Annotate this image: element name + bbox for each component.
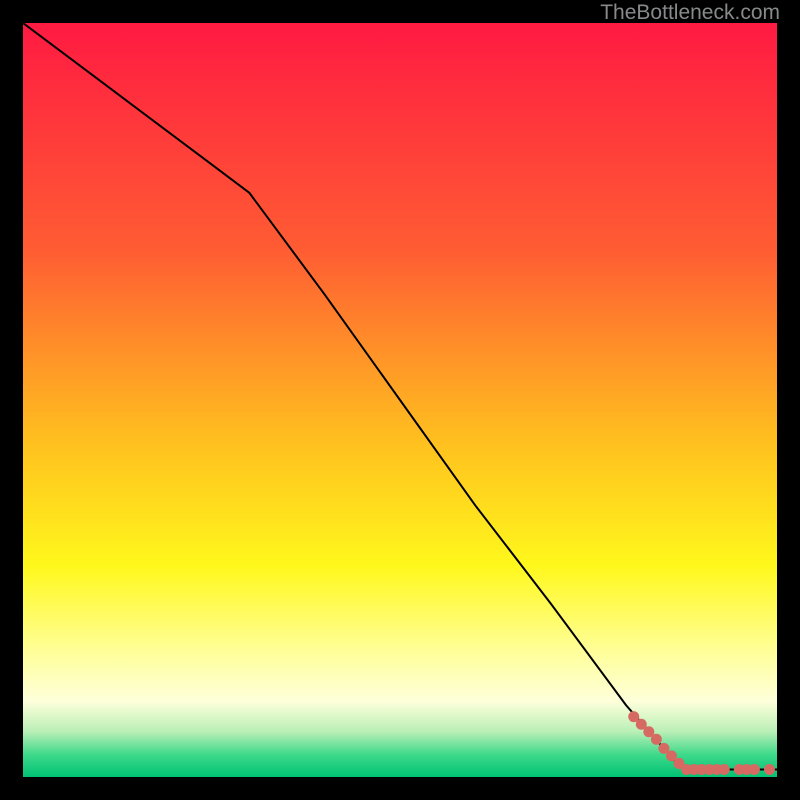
gpu-candidate-dot [764, 764, 775, 775]
chart-stage: TheBottleneck.com [0, 0, 800, 800]
gpu-candidate-dot [719, 764, 730, 775]
watermark-label: TheBottleneck.com [600, 1, 780, 25]
gpu-candidate-dot [651, 734, 662, 745]
gpu-candidate-dot [749, 764, 760, 775]
chart-plot [23, 23, 777, 777]
